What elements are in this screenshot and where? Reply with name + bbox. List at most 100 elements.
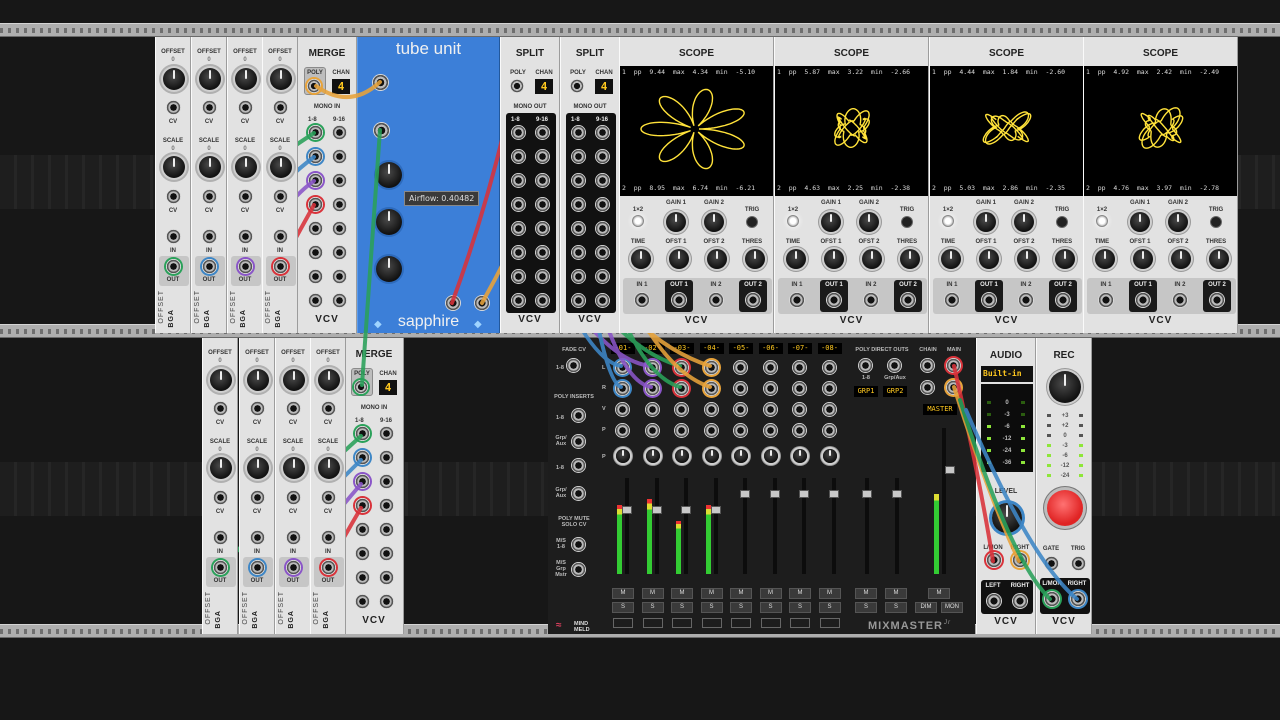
- scope-screen[interactable]: 1 pp 4.44 max 1.84 min -2.60 2 pp 5.03 ma…: [930, 66, 1083, 196]
- mono-out-jack[interactable]: [535, 149, 550, 164]
- out-2-jack[interactable]: [1209, 292, 1225, 308]
- main-out-jack[interactable]: [946, 358, 961, 373]
- scope-screen[interactable]: 1 pp 5.87 max 3.22 min -2.66 2 pp 4.63 ma…: [775, 66, 928, 196]
- scale-knob[interactable]: [163, 156, 185, 178]
- mono-in-jack[interactable]: [332, 173, 347, 188]
- mute-button[interactable]: M: [730, 588, 752, 599]
- mono-in-jack[interactable]: [355, 498, 370, 513]
- mono-out-jack[interactable]: [595, 149, 610, 164]
- pan-cv-jack[interactable]: [703, 423, 719, 438]
- mono-in-jack[interactable]: [308, 245, 323, 260]
- mono-in-jack[interactable]: [308, 197, 323, 212]
- poly-in-jack[interactable]: [510, 79, 524, 93]
- signal-in-jack[interactable]: [286, 530, 301, 545]
- airflow-knob[interactable]: [376, 162, 402, 188]
- offset-1-knob[interactable]: [979, 249, 999, 269]
- out-1-jack[interactable]: [1135, 292, 1151, 308]
- mono-out-jack[interactable]: [595, 245, 610, 260]
- volume-cv-jack[interactable]: [644, 402, 660, 417]
- right-in-jack[interactable]: [615, 381, 630, 396]
- mono-out-jack[interactable]: [571, 221, 586, 236]
- right-in-jack[interactable]: [762, 381, 778, 396]
- channel-menu-button[interactable]: [760, 618, 781, 628]
- in-2-jack[interactable]: [1172, 292, 1188, 308]
- in-2-jack[interactable]: [708, 292, 724, 308]
- mute-solo-cv-jack[interactable]: [571, 562, 586, 577]
- offset-cv-jack[interactable]: [166, 100, 181, 115]
- mono-out-jack[interactable]: [595, 293, 610, 308]
- pan-knob[interactable]: [822, 449, 837, 463]
- offset-module[interactable]: OFFSET 0 CV SCALE 0 CV IN OUT OFFSET BGA: [191, 37, 227, 333]
- mon-button[interactable]: MON: [941, 602, 963, 613]
- mono-out-jack[interactable]: [535, 293, 550, 308]
- trig-button[interactable]: [746, 216, 758, 228]
- mono-out-jack[interactable]: [511, 221, 526, 236]
- merge-module[interactable]: MERGE POLY CHAN 4 MONO IN 1-8 9-16 VCV: [297, 37, 357, 333]
- mono-in-jack[interactable]: [355, 570, 370, 585]
- mute-button[interactable]: M: [700, 588, 723, 599]
- time-knob[interactable]: [786, 249, 806, 269]
- mono-out-jack[interactable]: [535, 269, 550, 284]
- channel-menu-button[interactable]: [613, 618, 633, 628]
- pan-cv-jack[interactable]: [674, 423, 689, 438]
- mono-out-jack[interactable]: [595, 197, 610, 212]
- offset-module[interactable]: OFFSET 0 CV SCALE 0 CV IN OUT OFFSET BGA: [310, 338, 346, 634]
- rec-in-r-jack[interactable]: [1070, 591, 1086, 607]
- audio-out-jack[interactable]: [474, 295, 490, 311]
- offset-module[interactable]: OFFSET 0 CV SCALE 0 CV IN OUT OFFSET BGA: [239, 338, 275, 634]
- offset-cv-jack[interactable]: [238, 100, 253, 115]
- mono-out-jack[interactable]: [571, 173, 586, 188]
- channel-label[interactable]: -08-: [817, 343, 842, 354]
- insert-return-jack[interactable]: [571, 486, 586, 501]
- left-in-jack[interactable]: [703, 360, 719, 375]
- offset-1-knob[interactable]: [1133, 249, 1153, 269]
- gain-1-knob[interactable]: [821, 212, 841, 232]
- mono-in-jack[interactable]: [332, 293, 347, 308]
- in-1-jack[interactable]: [944, 292, 960, 308]
- channel-menu-button[interactable]: [642, 618, 663, 628]
- mono-in-jack[interactable]: [308, 293, 323, 308]
- channel-menu-button[interactable]: [672, 618, 692, 628]
- mono-out-jack[interactable]: [571, 197, 586, 212]
- signal-out-jack[interactable]: [238, 259, 253, 274]
- channel-menu-button[interactable]: [731, 618, 751, 628]
- pan-cv-jack[interactable]: [733, 423, 748, 438]
- solo-button[interactable]: S: [789, 602, 811, 613]
- threshold-knob[interactable]: [1055, 249, 1075, 269]
- x1x2-button[interactable]: [632, 215, 644, 227]
- mono-out-jack[interactable]: [511, 125, 526, 140]
- parameter-knob[interactable]: [376, 256, 402, 282]
- tube-unit-module[interactable]: tube unit ◆ sapphire ◆: [357, 37, 500, 333]
- offset-1-knob[interactable]: [669, 249, 689, 269]
- pan-knob[interactable]: [763, 449, 778, 463]
- solo-button[interactable]: S: [818, 602, 841, 613]
- offset-knob[interactable]: [318, 369, 340, 391]
- pan-knob[interactable]: [616, 449, 630, 463]
- mono-in-jack[interactable]: [379, 570, 394, 585]
- merge-module[interactable]: MERGE POLY CHAN 4 MONO IN 1-8 9-16 VCV: [344, 338, 404, 634]
- mixmaster-jr-module[interactable]: FADE CV 1-8 POLY INSERTS 1-8 Grp/ Aux 1-…: [548, 338, 975, 634]
- scale-knob[interactable]: [270, 156, 292, 178]
- mono-in-jack[interactable]: [379, 546, 394, 561]
- mono-in-jack[interactable]: [308, 125, 323, 140]
- mono-in-jack[interactable]: [332, 269, 347, 284]
- left-in-jack[interactable]: [821, 360, 837, 375]
- scope-module[interactable]: SCOPE 1 pp 9.44 max 4.34 min -5.10 2 pp 8.…: [619, 37, 774, 333]
- mono-in-jack[interactable]: [379, 474, 394, 489]
- signal-in-jack[interactable]: [321, 530, 336, 545]
- channel-label[interactable]: -04-: [699, 343, 724, 354]
- audio-module[interactable]: AUDIO Built-in Au LEVEL L/MON RIGHT LEFT…: [976, 338, 1036, 634]
- solo-button[interactable]: S: [730, 602, 752, 613]
- audio-in-jack[interactable]: [373, 122, 390, 139]
- level-knob[interactable]: [992, 503, 1022, 533]
- audio-in-jack[interactable]: [372, 74, 389, 91]
- poly-out-jack[interactable]: [354, 380, 368, 394]
- main-out-jack[interactable]: [946, 380, 961, 395]
- channel-label[interactable]: -06-: [758, 343, 783, 354]
- pan-knob[interactable]: [704, 449, 719, 463]
- volume-cv-jack[interactable]: [792, 402, 807, 417]
- output-l-jack[interactable]: [986, 593, 1002, 609]
- output-r-jack[interactable]: [1012, 593, 1028, 609]
- dim-button[interactable]: DIM: [915, 602, 937, 613]
- mono-out-jack[interactable]: [571, 245, 586, 260]
